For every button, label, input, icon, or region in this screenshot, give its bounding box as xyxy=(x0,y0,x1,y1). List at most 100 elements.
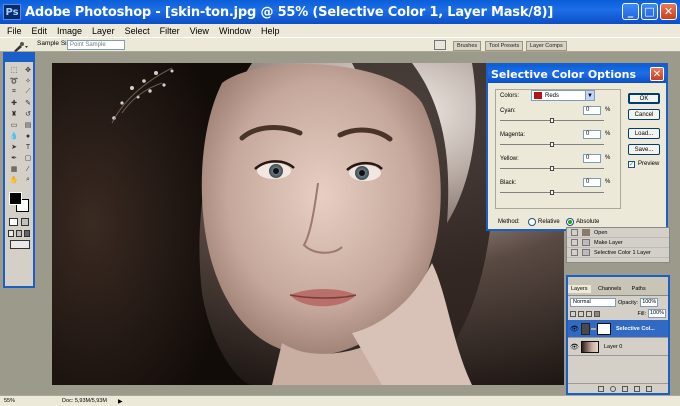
menu-image[interactable]: Image xyxy=(57,26,82,36)
clone-stamp-tool-icon[interactable]: ♜ xyxy=(10,110,18,118)
close-button[interactable]: ✕ xyxy=(660,3,677,20)
imageready-jump-icon[interactable] xyxy=(10,240,30,249)
gradient-tool-icon[interactable]: ▤ xyxy=(24,121,32,129)
slice-tool-icon[interactable]: ⟋ xyxy=(24,88,32,96)
layer-mask-thumbnail[interactable] xyxy=(597,322,611,335)
notes-tool-icon[interactable]: ▦ xyxy=(10,165,18,173)
type-tool-icon[interactable]: T xyxy=(24,143,32,151)
layer-style-icon[interactable] xyxy=(610,385,616,392)
eraser-tool-icon[interactable]: ▭ xyxy=(10,121,18,129)
dialog-title-bar[interactable]: Selective Color Options xyxy=(488,65,666,83)
lock-all-icon[interactable] xyxy=(594,310,600,317)
lock-position-icon[interactable] xyxy=(586,310,592,317)
magic-wand-tool-icon[interactable]: ✧ xyxy=(24,77,32,85)
eye-icon[interactable]: 👁 xyxy=(570,325,579,333)
black-slider-thumb[interactable] xyxy=(550,190,554,195)
history-brush-tool-icon[interactable]: ↺ xyxy=(24,110,32,118)
tab-layer-comps[interactable]: Layer Comps xyxy=(526,41,567,51)
magenta-input[interactable]: 0 xyxy=(583,130,601,139)
layer-name: Selective Col... xyxy=(616,325,655,332)
relative-radio[interactable] xyxy=(528,218,536,226)
preview-checkbox[interactable]: ✓ xyxy=(628,161,635,168)
cyan-input[interactable]: 0 xyxy=(583,106,601,115)
lasso-tool-icon[interactable]: ➰ xyxy=(10,77,19,85)
menu-layer[interactable]: Layer xyxy=(92,26,115,36)
menu-select[interactable]: Select xyxy=(125,26,150,36)
absolute-label: Absolute xyxy=(576,219,600,225)
menu-view[interactable]: View xyxy=(190,26,209,36)
cyan-label: Cyan: xyxy=(500,108,516,114)
zoom-tool-icon[interactable]: ⌕ xyxy=(24,176,32,184)
toolbox-header[interactable] xyxy=(5,54,33,62)
screen-mode-full-icon[interactable] xyxy=(24,230,30,237)
absolute-radio[interactable] xyxy=(566,218,574,226)
quick-mask-mode-icon[interactable] xyxy=(20,218,29,226)
crop-tool-icon[interactable]: ⌗ xyxy=(10,88,18,96)
pen-tool-icon[interactable]: ✒ xyxy=(10,154,18,162)
menu-file[interactable]: File xyxy=(7,26,22,36)
history-item[interactable]: Selective Color 1 Layer xyxy=(567,248,669,258)
history-state-icon xyxy=(582,249,590,256)
brush-tool-icon[interactable]: ✎ xyxy=(24,99,32,107)
menu-filter[interactable]: Filter xyxy=(160,26,180,36)
menu-window[interactable]: Window xyxy=(219,26,251,36)
eye-icon[interactable]: 👁 xyxy=(570,343,579,351)
colors-select[interactable]: Reds ▼ xyxy=(531,90,595,101)
relative-label: Relative xyxy=(538,219,560,225)
yellow-label: Yellow: xyxy=(500,156,519,162)
palette-well-icon[interactable] xyxy=(434,40,446,50)
ok-button[interactable]: OK xyxy=(628,93,660,104)
trash-icon[interactable] xyxy=(646,385,652,392)
tab-channels[interactable]: Channels xyxy=(595,285,624,293)
maximize-button[interactable]: □ xyxy=(641,3,658,20)
layer-row[interactable]: 👁 Layer 0 xyxy=(568,338,668,356)
lock-transparency-icon[interactable] xyxy=(570,310,576,317)
colors-value: Reds xyxy=(545,92,560,99)
cyan-slider-thumb[interactable] xyxy=(550,118,554,123)
sample-size-select[interactable]: Point Sample xyxy=(67,40,125,50)
cancel-button[interactable]: Cancel xyxy=(628,109,660,120)
status-menu-arrow-icon[interactable]: ▶ xyxy=(118,398,123,405)
add-mask-icon[interactable] xyxy=(622,385,628,392)
yellow-slider-thumb[interactable] xyxy=(550,166,554,171)
save-button[interactable]: Save... xyxy=(628,144,660,155)
tab-brushes[interactable]: Brushes xyxy=(453,41,482,51)
menu-edit[interactable]: Edit xyxy=(32,26,48,36)
shape-tool-icon[interactable]: ▢ xyxy=(24,154,32,162)
zoom-level[interactable]: 55% xyxy=(4,398,15,404)
magenta-slider-thumb[interactable] xyxy=(550,142,554,147)
menu-help[interactable]: Help xyxy=(261,26,280,36)
screen-mode-full-menu-icon[interactable] xyxy=(16,230,22,237)
tab-tool-presets[interactable]: Tool Presets xyxy=(485,41,524,51)
screen-mode-standard-icon[interactable] xyxy=(8,230,14,237)
hand-tool-icon[interactable]: ✋ xyxy=(10,176,19,184)
fill-input[interactable]: 100% xyxy=(648,309,666,318)
history-item[interactable]: Make Layer xyxy=(567,238,669,248)
black-input[interactable]: 0 xyxy=(583,178,601,187)
link-layers-icon[interactable] xyxy=(598,385,604,392)
layer-row[interactable]: 👁 Selective Col... xyxy=(568,320,668,338)
history-item-label: Open xyxy=(594,229,608,236)
magenta-label: Magenta: xyxy=(500,132,526,138)
dodge-tool-icon[interactable]: ● xyxy=(24,132,32,140)
lock-image-icon[interactable] xyxy=(578,310,584,317)
minimize-button[interactable]: _ xyxy=(622,3,639,20)
dialog-close-button[interactable]: ✕ xyxy=(650,67,664,81)
opacity-input[interactable]: 100% xyxy=(640,298,659,307)
load-button[interactable]: Load... xyxy=(628,128,660,139)
eyedropper-tool-icon[interactable]: ⁄ xyxy=(24,165,32,173)
new-layer-icon[interactable] xyxy=(634,385,640,392)
marquee-tool-icon[interactable]: ⬚ xyxy=(10,66,18,74)
standard-mode-icon[interactable] xyxy=(9,218,18,226)
move-tool-icon[interactable]: ✥ xyxy=(24,66,32,74)
path-selection-tool-icon[interactable]: ➤ xyxy=(10,143,18,151)
yellow-input[interactable]: 0 xyxy=(583,154,601,163)
history-item[interactable]: Open xyxy=(567,228,669,238)
tab-layers[interactable]: Layers xyxy=(568,285,591,293)
healing-brush-tool-icon[interactable]: ✚ xyxy=(10,99,18,107)
tab-paths[interactable]: Paths xyxy=(629,285,649,293)
blend-mode-select[interactable]: Normal xyxy=(570,298,616,307)
blur-tool-icon[interactable]: 💧 xyxy=(10,132,19,140)
fill-label: Fill: xyxy=(637,310,646,317)
method-label: Method: xyxy=(498,219,520,225)
